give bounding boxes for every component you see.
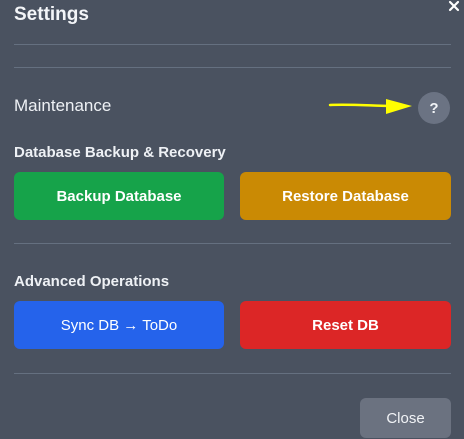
settings-dialog: Settings Maintenance ? Database Backup &… xyxy=(0,0,464,439)
backup-database-button[interactable]: Backup Database xyxy=(14,172,224,220)
dialog-title: Settings xyxy=(14,4,89,25)
help-button[interactable]: ? xyxy=(418,92,450,124)
divider xyxy=(14,373,451,374)
close-x-icon[interactable] xyxy=(446,0,462,14)
divider xyxy=(14,44,451,45)
close-button[interactable]: Close xyxy=(360,398,451,438)
backup-section-heading: Database Backup & Recovery xyxy=(14,144,226,161)
annotation-arrow-icon xyxy=(328,99,412,114)
divider xyxy=(14,243,451,244)
advanced-section-heading: Advanced Operations xyxy=(14,273,170,290)
reset-db-button[interactable]: Reset DB xyxy=(240,301,451,349)
maintenance-heading: Maintenance xyxy=(14,96,112,115)
sync-db-todo-button[interactable]: Sync DB → ToDo xyxy=(14,301,224,349)
divider xyxy=(14,67,451,68)
restore-database-button[interactable]: Restore Database xyxy=(240,172,451,220)
